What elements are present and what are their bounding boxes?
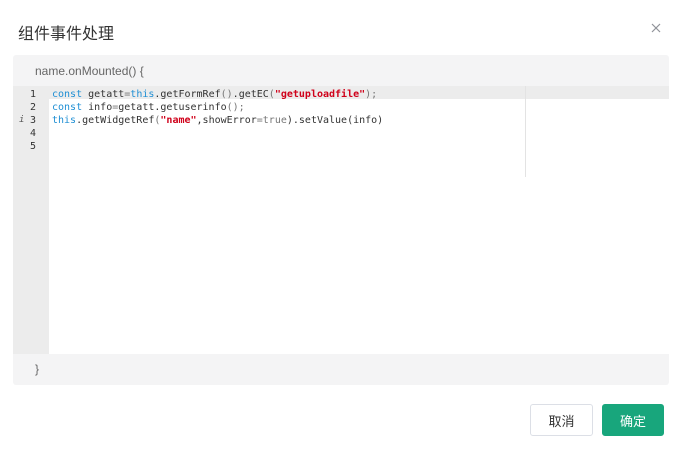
code-token: getatt.getuserinfo <box>118 102 227 113</box>
code-token: ); <box>365 89 378 100</box>
code-line[interactable]: const getatt=this.getFormRef().getEC("ge… <box>52 88 377 101</box>
code-token: .getEC <box>232 89 269 100</box>
code-token: (); <box>226 102 245 113</box>
print-margin-line <box>525 86 526 177</box>
code-token: .getFormRef <box>154 89 221 100</box>
code-editor[interactable]: 1 2 i 3 4 5 const getatt=this.getFormRef… <box>13 86 669 354</box>
code-token: this <box>130 89 155 100</box>
code-token: true <box>262 115 287 126</box>
dialog-title: 组件事件处理 <box>18 24 115 43</box>
function-closing-brace: } <box>35 362 40 376</box>
line-number-gutter: 1 2 i 3 4 5 <box>13 86 49 354</box>
info-icon[interactable]: i <box>19 114 24 127</box>
code-token: const <box>52 102 83 113</box>
close-icon[interactable] <box>648 20 664 36</box>
code-token: .getWidgetRef <box>76 115 155 126</box>
code-token: this <box>52 115 77 126</box>
code-line[interactable]: const info=getatt.getuserinfo(); <box>52 101 245 114</box>
confirm-button[interactable]: 确定 <box>602 404 664 436</box>
code-token: () <box>220 89 233 100</box>
code-token: ,showError <box>196 115 257 126</box>
line-number: 1 <box>30 89 37 100</box>
line-number: 4 <box>30 128 37 139</box>
code-token: info <box>82 102 113 113</box>
code-token: const <box>52 89 83 100</box>
event-handler-dialog: 组件事件处理 name.onMounted() { 1 2 i 3 4 5 co… <box>0 0 682 455</box>
function-signature: name.onMounted() { <box>35 64 144 78</box>
line-number: 5 <box>30 141 37 152</box>
line-number: i 3 <box>19 114 37 127</box>
code-token: getatt <box>82 89 125 100</box>
code-token: ).setValue(info) <box>286 115 384 126</box>
code-token: "name" <box>160 115 197 126</box>
code-line[interactable]: this.getWidgetRef("name",showError=true)… <box>52 114 383 127</box>
code-editor-panel: name.onMounted() { 1 2 i 3 4 5 const get… <box>13 55 669 385</box>
cancel-button[interactable]: 取消 <box>530 404 593 436</box>
code-token: "getuploadfile" <box>274 89 366 100</box>
line-number: 2 <box>30 102 37 113</box>
